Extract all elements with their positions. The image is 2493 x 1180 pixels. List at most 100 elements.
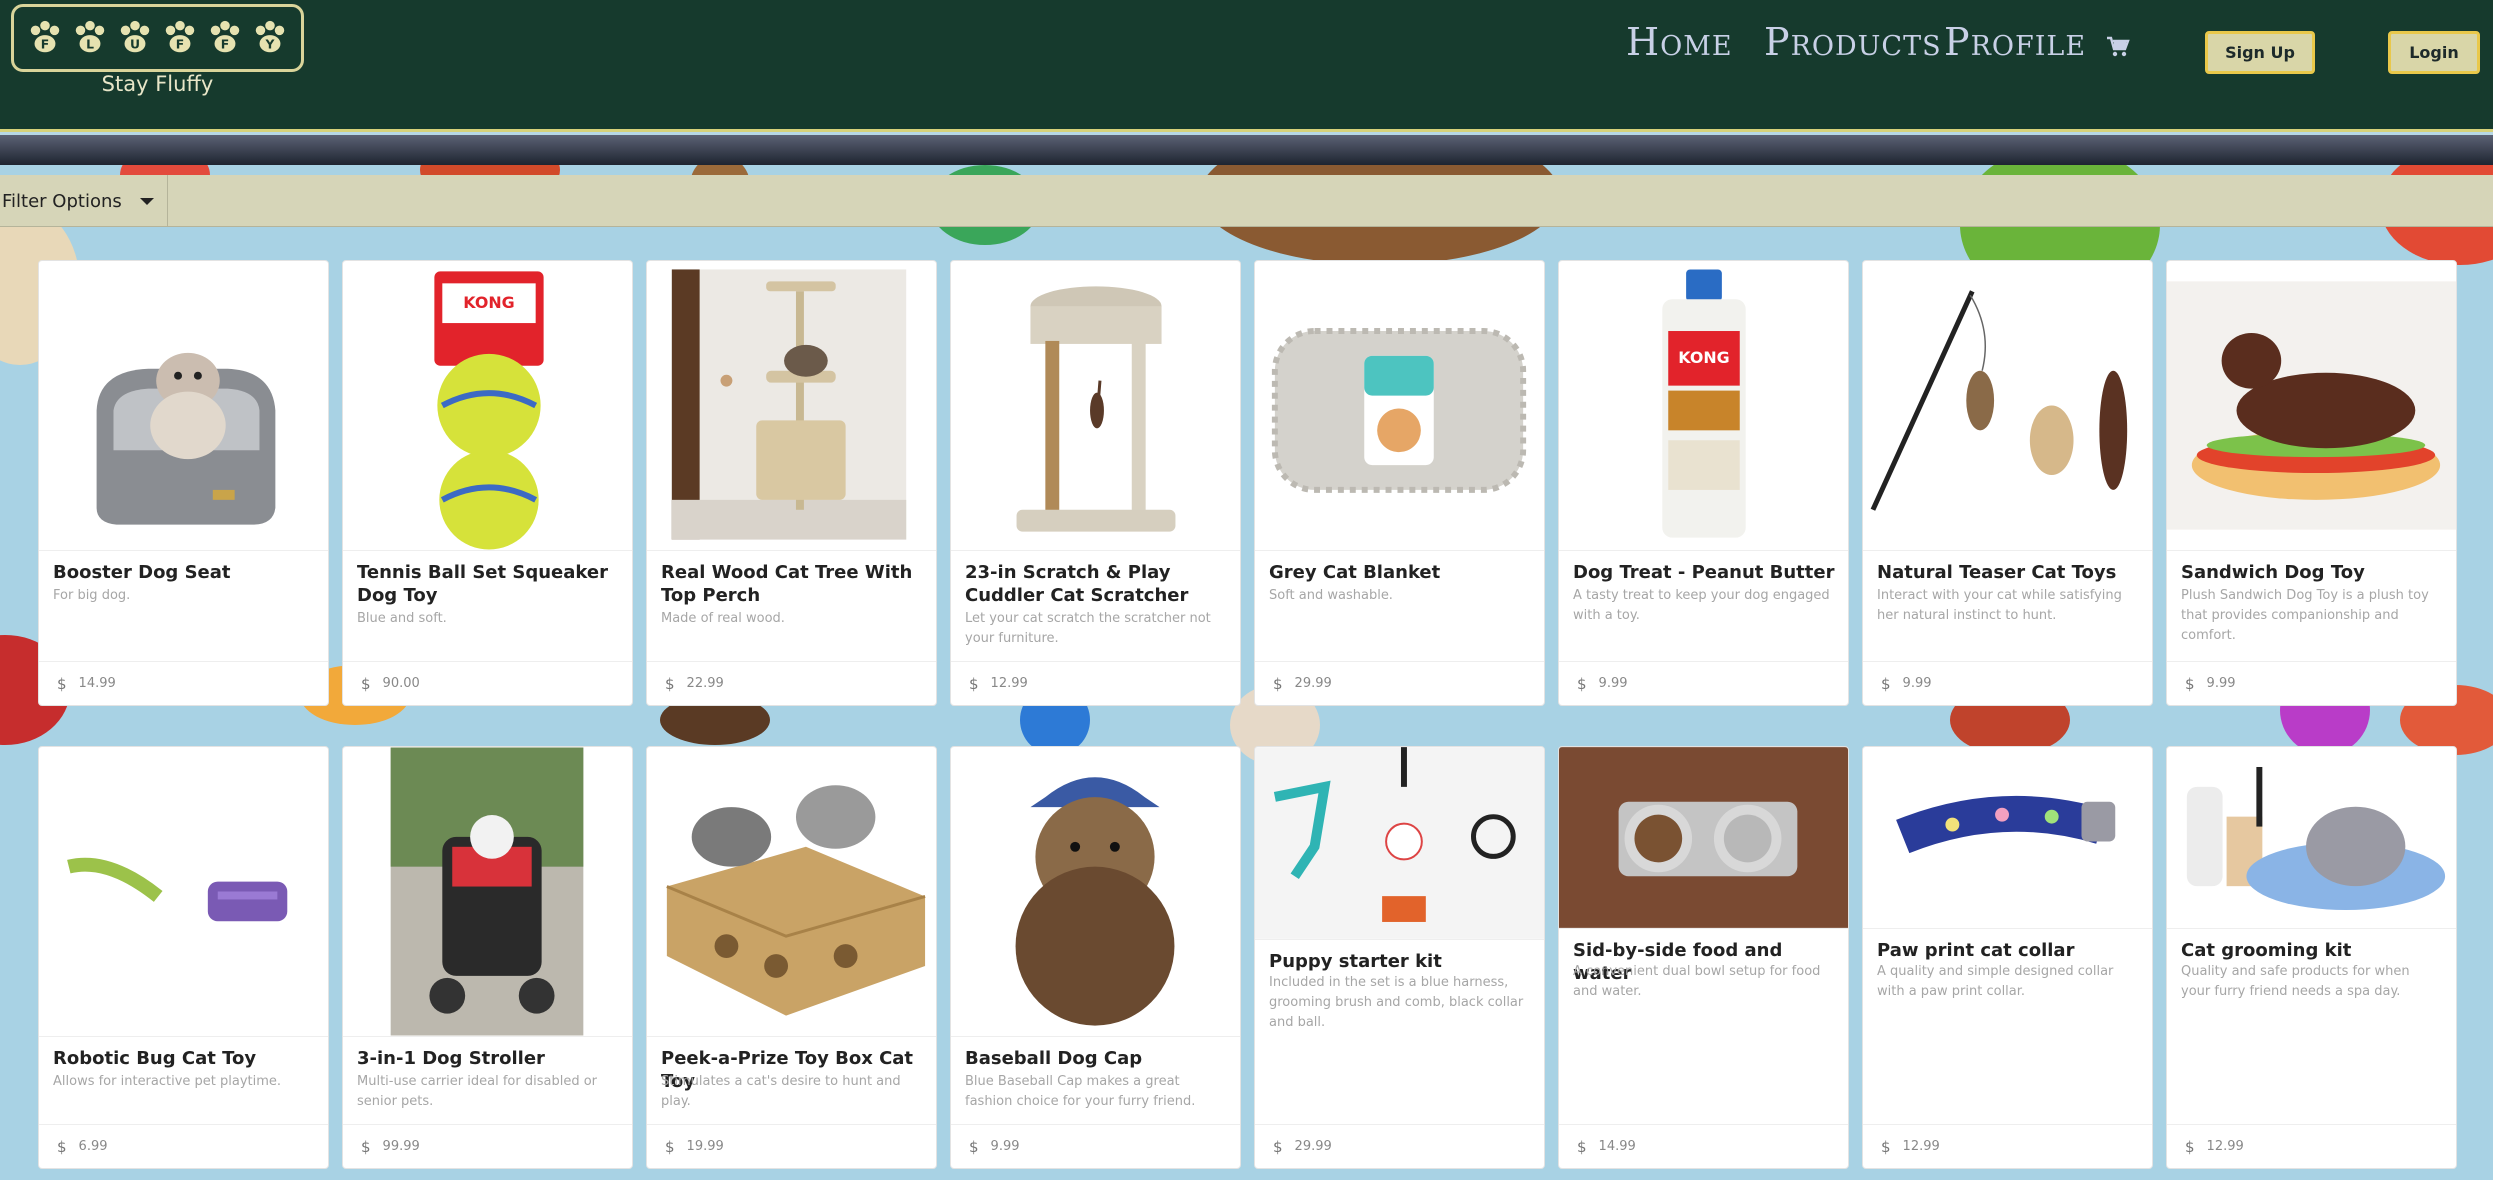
product-name[interactable]: Booster Dog Seat <box>53 561 318 584</box>
logo-letter: Y <box>265 37 276 51</box>
price-value: 29.99 <box>1294 676 1332 691</box>
product-name[interactable]: Sandwich Dog Toy <box>2181 561 2446 584</box>
product-name[interactable]: Baseball Dog Cap <box>965 1047 1230 1070</box>
price-value: 9.99 <box>2206 676 2236 691</box>
product-image[interactable] <box>1559 747 1848 929</box>
filter-options-label: Filter Options <box>2 190 122 212</box>
signup-button[interactable]: Sign Up <box>2205 31 2315 74</box>
product-card[interactable]: Peek-a-Prize Toy Box Cat Toy Stimulates … <box>646 746 937 1169</box>
price-value: 6.99 <box>78 1139 108 1154</box>
product-name[interactable]: Paw print cat collar <box>1877 939 2142 962</box>
product-price: $19.99 <box>647 1124 936 1168</box>
currency-symbol: $ <box>2185 674 2195 693</box>
product-card[interactable]: Grey Cat Blanket Soft and washable. $29.… <box>1254 260 1545 706</box>
product-price: $12.99 <box>951 661 1240 705</box>
product-card[interactable]: Real Wood Cat Tree With Top Perch Made o… <box>646 260 937 706</box>
currency-symbol: $ <box>57 1137 67 1156</box>
product-price: $14.99 <box>39 661 328 705</box>
product-price: $9.99 <box>951 1124 1240 1168</box>
paw-icon: Y <box>251 19 289 57</box>
logo-letter: F <box>40 37 48 51</box>
logo-letter: F <box>176 37 184 51</box>
paw-icon: F <box>161 19 199 57</box>
currency-symbol: $ <box>361 1137 371 1156</box>
product-name[interactable]: Dog Treat - Peanut Butter <box>1573 561 1838 584</box>
nav-products[interactable]: Products <box>1764 20 1942 70</box>
price-value: 12.99 <box>1902 1139 1940 1154</box>
product-image[interactable] <box>343 747 632 1037</box>
product-name[interactable]: 3-in-1 Dog Stroller <box>357 1047 622 1070</box>
price-value: 22.99 <box>686 676 724 691</box>
product-image[interactable] <box>647 747 936 1037</box>
product-name[interactable]: Real Wood Cat Tree With Top Perch <box>661 561 926 607</box>
product-image[interactable] <box>39 747 328 1037</box>
header-divider <box>0 135 2493 165</box>
logo-letter: U <box>130 37 140 51</box>
price-value: 29.99 <box>1294 1139 1332 1154</box>
product-card[interactable]: Robotic Bug Cat Toy Allows for interacti… <box>38 746 329 1169</box>
product-price: $99.99 <box>343 1124 632 1168</box>
product-image[interactable] <box>1255 747 1544 940</box>
currency-symbol: $ <box>57 674 67 693</box>
nav-home[interactable]: Home <box>1626 20 1733 70</box>
price-value: 9.99 <box>990 1139 1020 1154</box>
product-card[interactable]: Cat grooming kit Quality and safe produc… <box>2166 746 2457 1169</box>
product-image[interactable] <box>647 261 936 551</box>
product-price: $22.99 <box>647 661 936 705</box>
shopping-cart-icon[interactable] <box>2106 36 2130 58</box>
product-description: Blue Baseball Cap makes a great fashion … <box>965 1074 1196 1109</box>
site-tagline: Stay Fluffy <box>101 72 214 96</box>
product-card[interactable]: Booster Dog Seat For big dog. $14.99 <box>38 260 329 706</box>
svg-text:KONG: KONG <box>463 293 514 312</box>
currency-symbol: $ <box>969 674 979 693</box>
nav-profile[interactable]: Profile <box>1944 20 2086 70</box>
product-image[interactable] <box>951 261 1240 551</box>
product-image[interactable] <box>951 747 1240 1037</box>
product-description: Soft and washable. <box>1269 588 1393 603</box>
product-card[interactable]: 23-in Scratch & Play Cuddler Cat Scratch… <box>950 260 1241 706</box>
currency-symbol: $ <box>665 674 675 693</box>
paw-icon: L <box>71 19 109 57</box>
filter-options-dropdown[interactable]: Filter Options <box>0 175 168 227</box>
product-name[interactable]: Grey Cat Blanket <box>1269 561 1534 584</box>
paw-icon: F <box>206 19 244 57</box>
product-name[interactable]: Natural Teaser Cat Toys <box>1877 561 2142 584</box>
product-image[interactable] <box>1863 747 2152 929</box>
product-image[interactable] <box>1255 261 1544 551</box>
product-card[interactable]: Paw print cat collar A quality and simpl… <box>1862 746 2153 1169</box>
price-value: 12.99 <box>990 676 1028 691</box>
product-description: Quality and safe products for when your … <box>2181 964 2410 999</box>
currency-symbol: $ <box>1577 674 1587 693</box>
product-name[interactable]: Robotic Bug Cat Toy <box>53 1047 318 1070</box>
product-card[interactable]: Natural Teaser Cat Toys Interact with yo… <box>1862 260 2153 706</box>
product-card[interactable]: Sandwich Dog Toy Plush Sandwich Dog Toy … <box>2166 260 2457 706</box>
product-image[interactable]: KONG <box>343 261 632 551</box>
product-name[interactable]: 23-in Scratch & Play Cuddler Cat Scratch… <box>965 561 1230 607</box>
product-card[interactable]: KONG Tennis Ball Set Squeaker Dog Toy Bl… <box>342 260 633 706</box>
product-description: A quality and simple designed collar wit… <box>1877 964 2114 999</box>
product-image[interactable] <box>1863 261 2152 551</box>
product-image[interactable] <box>2167 747 2456 929</box>
product-card[interactable]: Sid-by-side food and water A convenient … <box>1558 746 1849 1169</box>
price-value: 19.99 <box>686 1139 724 1154</box>
product-card[interactable]: Puppy starter kit Included in the set is… <box>1254 746 1545 1169</box>
price-value: 14.99 <box>1598 1139 1636 1154</box>
product-image[interactable] <box>39 261 328 551</box>
product-card[interactable]: 3-in-1 Dog Stroller Multi-use carrier id… <box>342 746 633 1169</box>
product-image[interactable] <box>2167 261 2456 551</box>
product-card[interactable]: KONG Dog Treat - Peanut Butter A tasty t… <box>1558 260 1849 706</box>
site-logo[interactable]: F L U F F Y <box>11 4 304 72</box>
product-description: Stimulates a cat's desire to hunt and pl… <box>661 1074 901 1109</box>
product-price: $90.00 <box>343 661 632 705</box>
currency-symbol: $ <box>1577 1137 1587 1156</box>
logo-letter: F <box>221 37 229 51</box>
login-button[interactable]: Login <box>2388 31 2480 74</box>
product-description: A tasty treat to keep your dog engaged w… <box>1573 588 1830 623</box>
product-name[interactable]: Puppy starter kit <box>1269 950 1534 973</box>
product-description: A convenient dual bowl setup for food an… <box>1573 964 1821 999</box>
product-name[interactable]: Tennis Ball Set Squeaker Dog Toy <box>357 561 622 607</box>
product-name[interactable]: Cat grooming kit <box>2181 939 2446 962</box>
product-card[interactable]: Baseball Dog Cap Blue Baseball Cap makes… <box>950 746 1241 1169</box>
product-description: Let your cat scratch the scratcher not y… <box>965 611 1211 646</box>
product-image[interactable]: KONG <box>1559 261 1848 551</box>
